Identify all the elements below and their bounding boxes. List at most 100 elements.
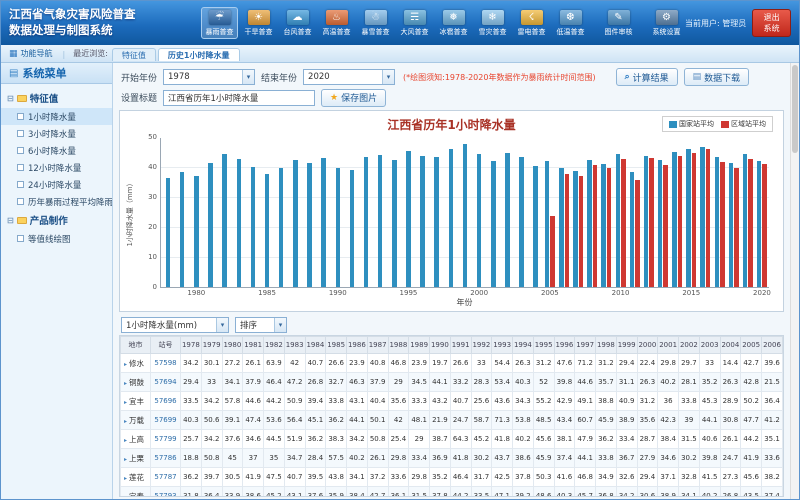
nav-gale[interactable]: ☴大风普查: [396, 7, 433, 39]
value-cell: 47.7: [741, 411, 762, 430]
table-row[interactable]: ▸宜丰5769633.534.257.844.644.250.939.433.8…: [121, 392, 783, 411]
column-header[interactable]: 2000: [637, 337, 658, 354]
data-table-wrap[interactable]: 地市站号197819791980198119821983198419851986…: [119, 335, 784, 497]
column-header[interactable]: 1994: [513, 337, 534, 354]
table-row[interactable]: ▸修水5759834.230.127.226.163.94240.726.623…: [121, 354, 783, 373]
column-header[interactable]: 1992: [471, 337, 492, 354]
value-cell: 33.4: [409, 449, 430, 468]
nav-hail[interactable]: ❅冰雹普查: [435, 7, 472, 39]
column-header[interactable]: 站号: [151, 337, 181, 354]
nav-typhoon[interactable]: ☁台风普查: [279, 7, 316, 39]
logout-button[interactable]: 退出系统: [752, 9, 791, 37]
tree-group[interactable]: ⊟产品制作: [1, 210, 112, 230]
calc-button[interactable]: ⌕计算结果: [616, 68, 678, 86]
table-row[interactable]: ▸莲花5778736.239.730.541.947.540.739.543.8…: [121, 468, 783, 487]
nav-lightning[interactable]: ☇雷电普查: [513, 7, 550, 39]
value-cell: 42.5: [492, 468, 513, 487]
tree-item[interactable]: 等值线绘图: [1, 230, 112, 247]
tree-group[interactable]: ⊟特征值: [1, 88, 112, 108]
value-cell: 40.9: [616, 392, 637, 411]
nav-low-temp[interactable]: ❆低温普查: [552, 7, 589, 39]
measure-select-value: 1小时降水量(mm): [126, 319, 197, 331]
table-row[interactable]: ▸万载5769940.350.639.147.453.656.445.136.2…: [121, 411, 783, 430]
value-cell: 34.1: [222, 373, 243, 392]
column-header[interactable]: 1988: [388, 337, 409, 354]
table-row[interactable]: ▸上栗5778618.850.845373534.728.457.540.226…: [121, 449, 783, 468]
row-expand-icon: ▸: [124, 418, 127, 425]
nav-map-review[interactable]: ✎图件审核: [600, 7, 637, 39]
scrollbar-thumb[interactable]: [792, 65, 798, 153]
menu-toggle-button[interactable]: ▦功能导航: [7, 48, 59, 62]
column-header[interactable]: 1990: [430, 337, 451, 354]
table-row[interactable]: ▸上高5779925.734.237.634.644.551.936.238.3…: [121, 430, 783, 449]
nav-system-settings[interactable]: ⚙系统设置: [648, 7, 685, 39]
start-year-select[interactable]: 1978▾: [163, 69, 255, 85]
column-header[interactable]: 1982: [264, 337, 285, 354]
column-header[interactable]: 2003: [699, 337, 720, 354]
value-cell: 51.9: [284, 430, 305, 449]
sidebar: ▤系统菜单 ⊟特征值1小时降水量3小时降水量6小时降水量12小时降水量24小时降…: [1, 63, 113, 499]
value-cell: 34.2: [181, 354, 202, 373]
typhoon-icon: ☁: [287, 10, 309, 25]
nav-snow-disaster[interactable]: ❄雪灾普查: [474, 7, 511, 39]
column-header[interactable]: 1986: [347, 337, 368, 354]
tree-item[interactable]: 历年暴雨过程平均降雨量: [1, 193, 112, 210]
column-header[interactable]: 1983: [284, 337, 305, 354]
measure-select[interactable]: 1小时降水量(mm)▾: [121, 317, 229, 333]
table-row[interactable]: ▸宜春5779331.836.433.938.645.243.137.635.9…: [121, 487, 783, 498]
column-header[interactable]: 1998: [596, 337, 617, 354]
column-header[interactable]: 2005: [741, 337, 762, 354]
column-header[interactable]: 1981: [243, 337, 264, 354]
download-button[interactable]: ▤数据下载: [684, 68, 750, 86]
column-header[interactable]: 2004: [720, 337, 741, 354]
tree-item[interactable]: 12小时降水量: [1, 159, 112, 176]
value-cell: 25.7: [181, 430, 202, 449]
value-cell: 33.5: [181, 392, 202, 411]
y-axis-label: 1小时降水量（mm）: [125, 170, 135, 256]
tree-item[interactable]: 24小时降水量: [1, 176, 112, 193]
column-header[interactable]: 1996: [554, 337, 575, 354]
sort-select[interactable]: 排序▾: [235, 317, 287, 333]
nav-rainstorm[interactable]: ☔暴雨普查: [201, 7, 238, 39]
breadcrumb-item[interactable]: 特征值: [112, 48, 156, 61]
column-header[interactable]: 2006: [762, 337, 783, 354]
bar-group-1982: [218, 138, 232, 287]
column-header[interactable]: 1979: [201, 337, 222, 354]
tree-item[interactable]: 1小时降水量: [1, 108, 112, 125]
column-header[interactable]: 1995: [533, 337, 554, 354]
vertical-scrollbar[interactable]: [790, 63, 799, 499]
value-cell: 42: [284, 354, 305, 373]
column-header[interactable]: 1997: [575, 337, 596, 354]
column-header[interactable]: 2002: [679, 337, 700, 354]
column-header[interactable]: 1993: [492, 337, 513, 354]
breadcrumb-item[interactable]: 历史1小时降水量: [158, 48, 240, 61]
column-header[interactable]: 1984: [305, 337, 326, 354]
value-cell: 26.8: [720, 487, 741, 498]
column-header[interactable]: 地市: [121, 337, 151, 354]
nav-high-temp[interactable]: ♨高温普查: [318, 7, 355, 39]
tree-item[interactable]: 6小时降水量: [1, 142, 112, 159]
low-temp-icon: ❆: [560, 10, 582, 25]
column-header[interactable]: 1978: [181, 337, 202, 354]
tree-item[interactable]: 3小时降水量: [1, 125, 112, 142]
table-header: 地市站号197819791980198119821983198419851986…: [121, 337, 783, 354]
station-id-cell: 57799: [151, 430, 181, 449]
value-cell: 34.2: [201, 430, 222, 449]
nav-label: 系统设置: [653, 27, 681, 37]
column-header[interactable]: 1991: [450, 337, 471, 354]
start-year-label: 开始年份: [121, 71, 157, 84]
column-header[interactable]: 1987: [367, 337, 388, 354]
nav-snowstorm[interactable]: ☃暴雪普查: [357, 7, 394, 39]
value-cell: 39.7: [201, 468, 222, 487]
save-image-button[interactable]: ★保存图片: [321, 89, 386, 107]
column-header[interactable]: 1985: [326, 337, 347, 354]
column-header[interactable]: 1980: [222, 337, 243, 354]
table-row[interactable]: ▸铜鼓5769429.43334.137.946.447.226.832.746…: [121, 373, 783, 392]
column-header[interactable]: 1999: [616, 337, 637, 354]
column-header[interactable]: 2001: [658, 337, 679, 354]
value-cell: 38.6: [513, 449, 534, 468]
nav-drought[interactable]: ☀干旱普查: [240, 7, 277, 39]
chart-title-input[interactable]: [163, 90, 315, 106]
column-header[interactable]: 1989: [409, 337, 430, 354]
end-year-select[interactable]: 2020▾: [303, 69, 395, 85]
